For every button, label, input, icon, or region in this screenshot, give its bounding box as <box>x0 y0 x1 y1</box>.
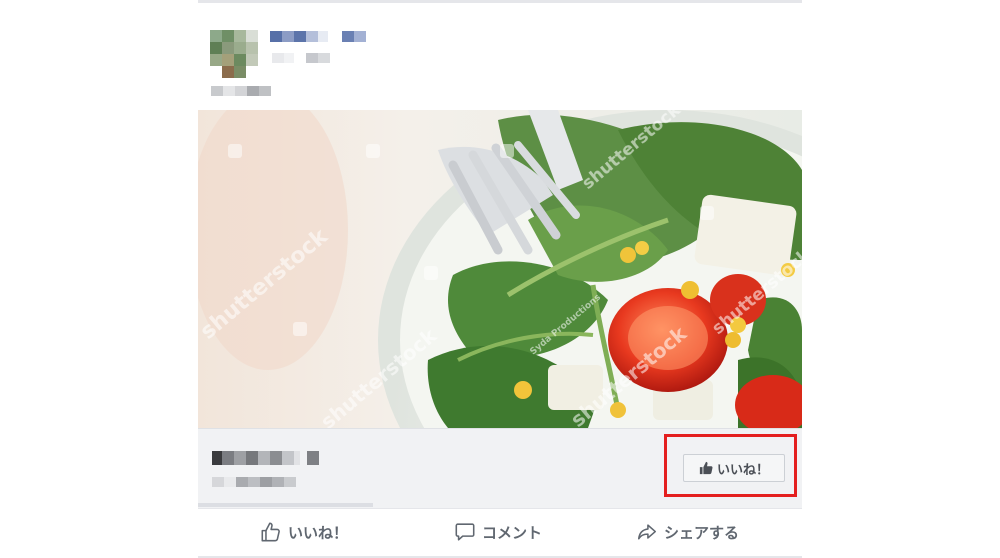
thumbs-up-icon <box>261 522 280 542</box>
action-bar: いいね！ コメント シェアする <box>198 509 802 556</box>
page: shutterstock shutterstock shutterstock s… <box>0 0 1000 558</box>
preview-info <box>198 429 373 507</box>
salad-photo: shutterstock shutterstock shutterstock s… <box>198 110 802 428</box>
watermark-logo <box>424 266 438 280</box>
comment-bubble-icon <box>455 523 475 541</box>
comment-label: コメント <box>482 524 543 542</box>
like-button[interactable]: いいね！ <box>260 519 348 545</box>
comment-button[interactable]: コメント <box>454 519 542 545</box>
avatar[interactable] <box>210 30 258 78</box>
watermark-logo <box>293 322 307 336</box>
like-page-button[interactable]: いいね！ <box>683 454 785 482</box>
author-name[interactable] <box>270 31 370 42</box>
watermark-logo <box>700 206 714 220</box>
preview-title <box>212 451 322 465</box>
post-caption <box>211 86 273 96</box>
post-image[interactable]: shutterstock shutterstock shutterstock s… <box>198 110 802 428</box>
like-page-label: いいね！ <box>716 461 769 477</box>
watermark-logo <box>366 144 380 158</box>
watermark-logo <box>228 144 242 158</box>
share-arrow-icon <box>637 524 657 540</box>
preview-divider <box>198 503 373 507</box>
link-preview[interactable]: いいね！ <box>198 428 802 509</box>
watermark-logo <box>500 144 514 158</box>
post-timestamp[interactable] <box>272 53 332 63</box>
thumbs-up-icon <box>699 461 713 475</box>
share-label: シェアする <box>664 524 740 542</box>
preview-domain <box>212 477 296 487</box>
card-divider <box>198 0 802 3</box>
share-button[interactable]: シェアする <box>636 519 739 545</box>
post-card: shutterstock shutterstock shutterstock s… <box>198 0 802 558</box>
like-label: いいね！ <box>288 524 349 542</box>
